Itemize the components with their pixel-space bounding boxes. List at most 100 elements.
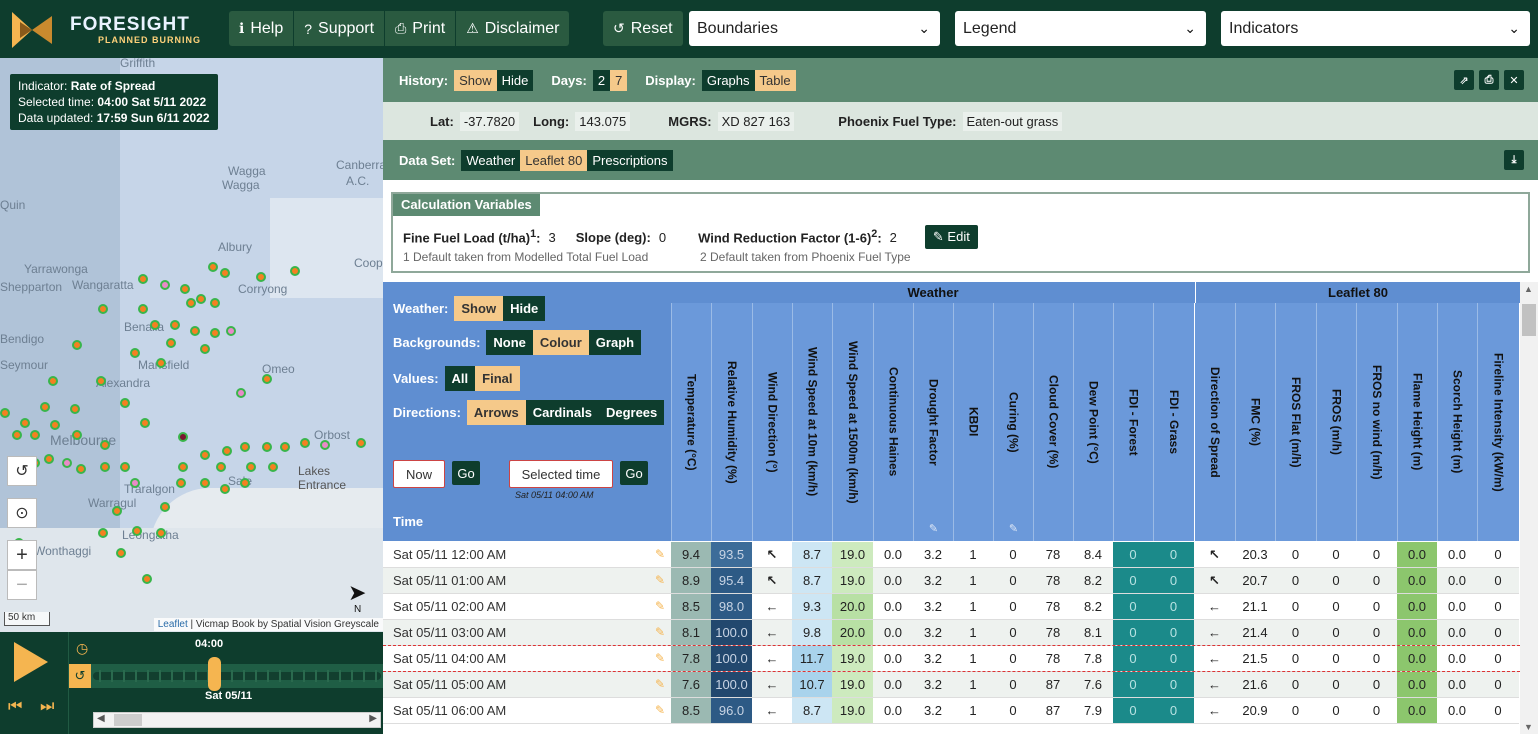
bg-graph-button[interactable]: Graph: [588, 330, 642, 355]
fire-marker[interactable]: [240, 478, 250, 488]
fire-marker[interactable]: [132, 526, 142, 536]
dir-degrees-button[interactable]: Degrees: [598, 400, 665, 425]
column-header[interactable]: Wind Direction (°): [752, 303, 792, 541]
fire-marker[interactable]: [300, 438, 310, 448]
disclaimer-button[interactable]: ⚠ Disclaimer: [456, 11, 569, 46]
edit-row-icon[interactable]: ✎: [655, 620, 665, 645]
fire-marker[interactable]: [240, 442, 250, 452]
dir-cardinals-button[interactable]: Cardinals: [525, 400, 599, 425]
fire-marker[interactable]: [20, 418, 30, 428]
fire-marker[interactable]: [178, 462, 188, 472]
edit-row-icon[interactable]: ✎: [655, 542, 665, 567]
fire-marker[interactable]: [262, 442, 272, 452]
dataset-weather-button[interactable]: Weather: [461, 149, 521, 171]
timeline-handle[interactable]: [208, 657, 221, 691]
column-header[interactable]: Curing (%) ✎: [993, 303, 1033, 541]
table-row[interactable]: Sat 05/11 02:00 AM ✎: [383, 594, 671, 620]
fire-marker[interactable]: [216, 462, 226, 472]
boundaries-select[interactable]: Boundaries ⌄: [689, 11, 940, 46]
fire-marker[interactable]: [222, 446, 232, 456]
edit-row-icon[interactable]: ✎: [655, 698, 665, 723]
scrollbar-thumb[interactable]: [1522, 304, 1536, 336]
column-header[interactable]: Drought Factor ✎: [913, 303, 953, 541]
table-row[interactable]: Sat 05/11 12:00 AM ✎: [383, 542, 671, 568]
reset-view-button[interactable]: ↺: [7, 456, 37, 486]
bg-colour-button[interactable]: Colour: [532, 330, 589, 355]
printer-icon[interactable]: ⎙: [1479, 70, 1499, 90]
bg-none-button[interactable]: None: [486, 330, 533, 355]
fire-marker[interactable]: [50, 420, 60, 430]
legend-select[interactable]: Legend ⌄: [955, 11, 1206, 46]
edit-button[interactable]: ✎ Edit: [924, 225, 978, 249]
clock-icon[interactable]: ◷: [76, 640, 88, 657]
fire-marker[interactable]: [40, 402, 50, 412]
fire-marker[interactable]: [210, 298, 220, 308]
fire-marker[interactable]: [320, 440, 330, 450]
fire-marker[interactable]: [156, 358, 166, 368]
print-button[interactable]: ⎙ Print: [385, 11, 457, 46]
weather-show-button[interactable]: Show: [454, 296, 504, 321]
column-header[interactable]: FROS Flat (m/h): [1275, 303, 1316, 541]
display-table-button[interactable]: Table: [754, 69, 796, 91]
fire-marker[interactable]: [356, 438, 366, 448]
fire-marker[interactable]: [130, 478, 140, 488]
fire-marker[interactable]: [72, 430, 82, 440]
table-row[interactable]: Sat 05/11 01:00 AM ✎: [383, 568, 671, 594]
fire-marker[interactable]: [70, 404, 80, 414]
fire-marker[interactable]: [100, 440, 110, 450]
foresight-logo[interactable]: FORESIGHT PLANNED BURNING: [12, 10, 212, 50]
history-hide-button[interactable]: Hide: [496, 69, 534, 91]
fire-marker[interactable]: [120, 398, 130, 408]
download-icon[interactable]: ⤓: [1504, 150, 1524, 170]
edit-row-icon[interactable]: ✎: [655, 568, 665, 593]
fire-marker[interactable]: [196, 294, 206, 304]
edit-row-icon[interactable]: ✎: [655, 594, 665, 619]
fire-marker[interactable]: [142, 574, 152, 584]
zoom-in-button[interactable]: +: [7, 540, 37, 570]
fire-marker[interactable]: [186, 298, 196, 308]
fire-marker[interactable]: [190, 326, 200, 336]
selected-time-button[interactable]: Selected time: [509, 460, 613, 488]
fire-marker[interactable]: [156, 528, 166, 538]
fire-marker[interactable]: [44, 454, 54, 464]
values-final-button[interactable]: Final: [475, 366, 520, 391]
table-row[interactable]: Sat 05/11 03:00 AM ✎: [383, 620, 671, 646]
fire-marker[interactable]: [72, 340, 82, 350]
fire-marker[interactable]: [96, 376, 106, 386]
column-header[interactable]: Flame Height (m): [1397, 303, 1437, 541]
fire-marker[interactable]: [100, 462, 110, 472]
fire-marker[interactable]: [48, 376, 58, 386]
selected-go-button[interactable]: Go: [620, 461, 648, 485]
indicators-select[interactable]: Indicators ⌄: [1221, 11, 1530, 46]
history-icon[interactable]: ↺: [69, 664, 91, 688]
close-icon[interactable]: ✕: [1504, 70, 1524, 90]
fire-marker[interactable]: [180, 284, 190, 294]
play-icon[interactable]: [14, 642, 48, 682]
column-header[interactable]: Wind Speed at 10m (km/h): [792, 303, 832, 541]
column-header[interactable]: FROS (m/h): [1316, 303, 1356, 541]
fire-marker[interactable]: [200, 478, 210, 488]
scroll-up-icon[interactable]: ▲: [1524, 284, 1533, 294]
fire-marker[interactable]: [98, 304, 108, 314]
fire-marker[interactable]: [208, 262, 218, 272]
locate-button[interactable]: ⊙: [7, 498, 37, 528]
now-go-button[interactable]: Go: [452, 461, 480, 485]
fire-marker[interactable]: [76, 464, 86, 474]
external-link-icon[interactable]: ⇗: [1454, 70, 1474, 90]
fire-marker[interactable]: [220, 484, 230, 494]
fire-marker[interactable]: [160, 502, 170, 512]
column-header[interactable]: Continuous Haines: [873, 303, 913, 541]
fire-marker[interactable]: [280, 442, 290, 452]
fire-marker[interactable]: [30, 430, 40, 440]
fire-marker[interactable]: [138, 304, 148, 314]
table-row[interactable]: Sat 05/11 05:00 AM ✎: [383, 672, 671, 698]
table-scrollbar[interactable]: ▲ ▼: [1520, 282, 1538, 734]
reset-button[interactable]: ↺ Reset: [603, 11, 683, 46]
skip-start-icon[interactable]: ⏮: [8, 698, 22, 716]
scroll-down-icon[interactable]: ▼: [1524, 722, 1533, 732]
now-button[interactable]: Now: [393, 460, 445, 488]
fire-marker[interactable]: [112, 506, 122, 516]
scrollbar-thumb[interactable]: [114, 714, 142, 726]
fire-marker[interactable]: [236, 388, 246, 398]
table-row[interactable]: Sat 05/11 04:00 AM ✎: [383, 646, 671, 672]
